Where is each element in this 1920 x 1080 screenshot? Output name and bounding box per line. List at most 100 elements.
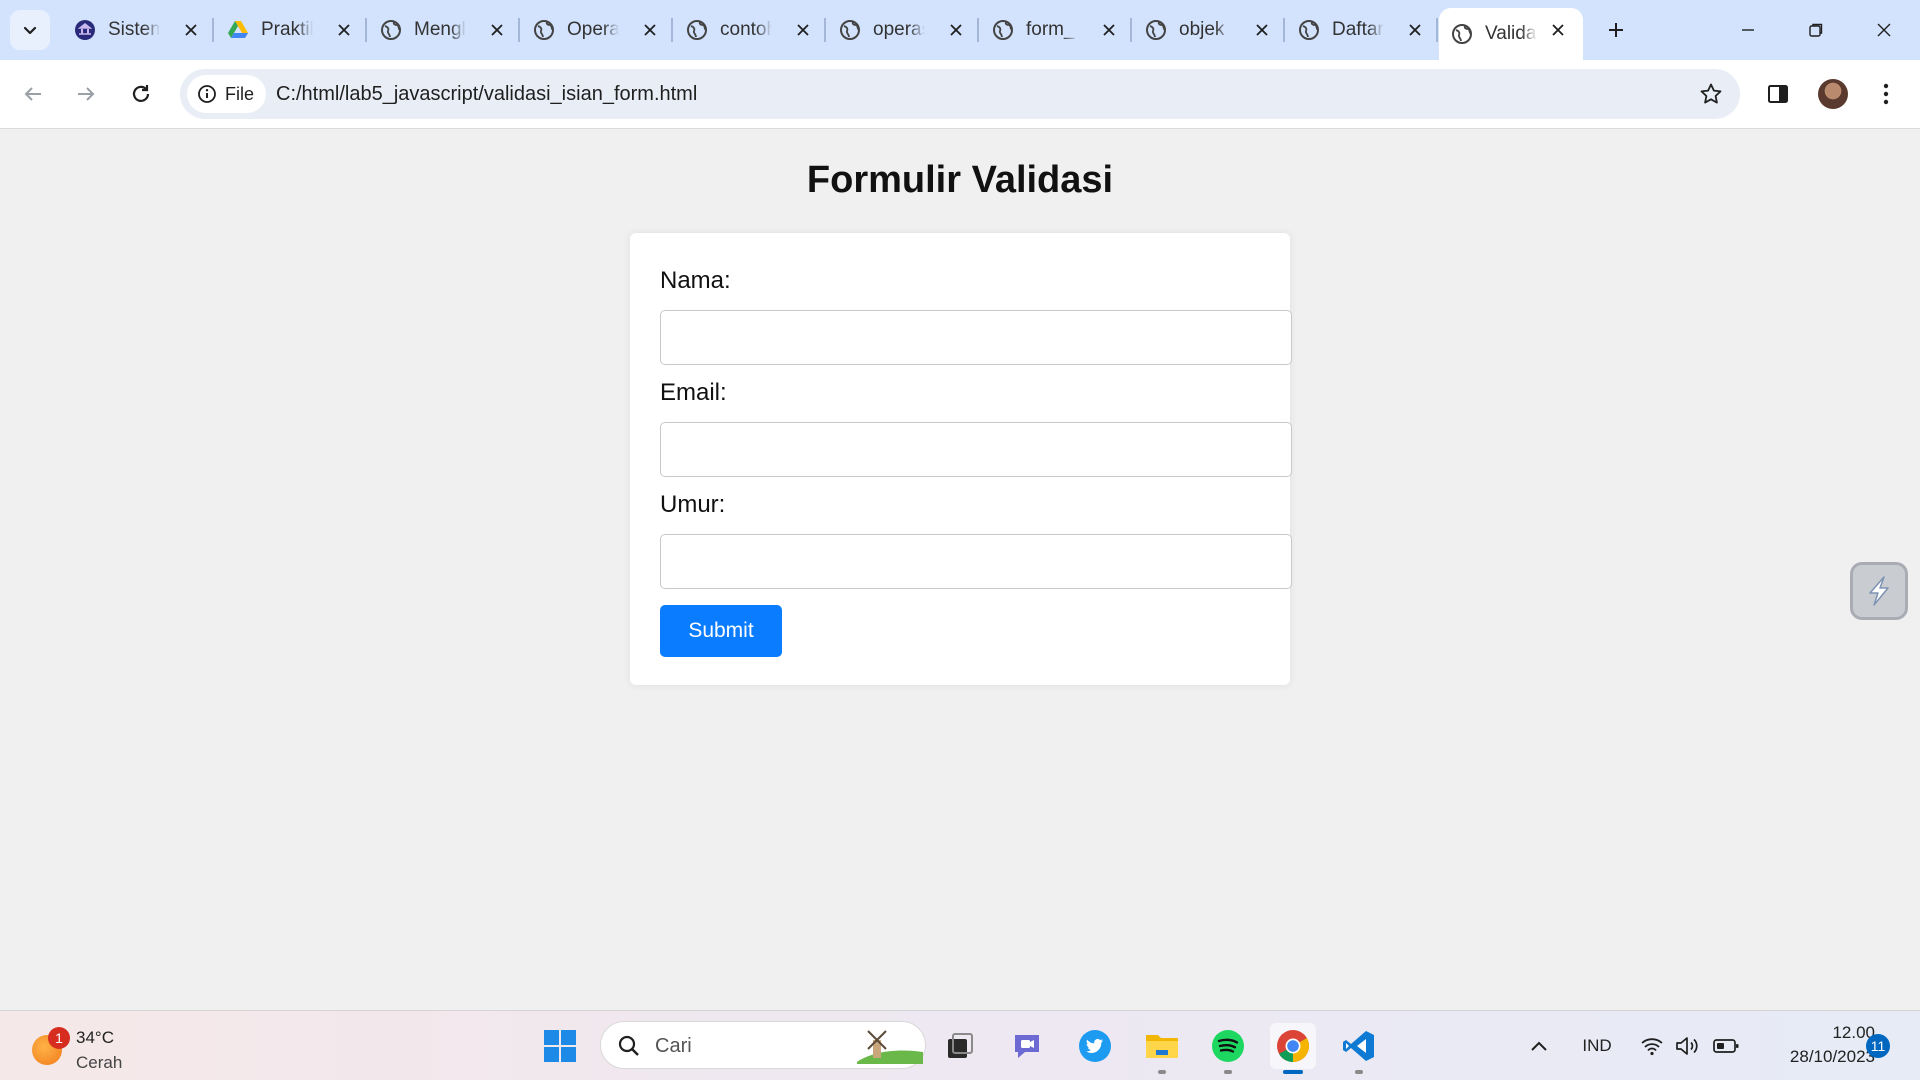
tab-separator	[671, 18, 673, 42]
wifi-status[interactable]	[1638, 1011, 1666, 1080]
bookmark-button[interactable]	[1696, 79, 1726, 109]
chevron-up-icon	[1531, 1041, 1547, 1051]
tab-separator	[1283, 18, 1285, 42]
file-explorer-button[interactable]	[1139, 1023, 1185, 1074]
plus-icon	[1609, 23, 1623, 37]
minimize-icon	[1742, 29, 1754, 31]
close-icon[interactable]	[333, 19, 355, 41]
close-icon[interactable]	[1547, 19, 1569, 41]
arrow-right-icon	[78, 87, 95, 101]
avatar	[1818, 79, 1848, 109]
age-label: Umur:	[660, 491, 726, 518]
notification-badge[interactable]: 11	[1866, 1034, 1890, 1058]
browser-tab[interactable]: Daftar	[1286, 8, 1438, 52]
close-icon[interactable]	[180, 19, 202, 41]
close-icon[interactable]	[1251, 19, 1273, 41]
tab-title: Validasi	[1485, 23, 1537, 44]
extension-floating-button[interactable]	[1850, 562, 1908, 620]
browser-tab[interactable]: Sistem	[62, 8, 214, 52]
globe-icon	[686, 19, 708, 41]
page-viewport: Formulir Validasi Nama: Email: Umur: Sub…	[0, 129, 1920, 1010]
tab-separator	[977, 18, 979, 42]
clock[interactable]: 12.00 28/10/2023	[1755, 1021, 1875, 1069]
search-placeholder: Cari	[655, 1035, 692, 1057]
weather-badge: 1	[48, 1027, 70, 1049]
input-language[interactable]: IND	[1577, 1011, 1617, 1080]
browser-tab[interactable]: Operator	[521, 8, 673, 52]
close-icon[interactable]	[1404, 19, 1426, 41]
tab-title: contoh	[720, 19, 772, 40]
tab-separator	[1436, 18, 1438, 42]
globe-icon	[839, 19, 861, 41]
side-panel-button[interactable]	[1758, 74, 1798, 114]
browser-tab[interactable]: Menghitung	[368, 8, 520, 52]
clock-time: 12.00	[1832, 1023, 1875, 1042]
reload-button[interactable]	[121, 74, 161, 114]
weather-widget[interactable]: 1 34°C Cerah	[28, 1019, 168, 1073]
submit-button[interactable]: Submit	[660, 605, 782, 657]
tab-title: Praktikum	[261, 19, 313, 40]
name-input[interactable]	[660, 310, 1292, 365]
profile-button[interactable]	[1813, 74, 1853, 114]
google-drive-icon	[227, 19, 249, 41]
browser-tab[interactable]: Praktikum	[215, 8, 367, 52]
back-button[interactable]	[13, 74, 53, 114]
forward-button[interactable]	[66, 74, 106, 114]
battery-icon	[1713, 1039, 1739, 1053]
restore-button[interactable]	[1782, 0, 1850, 60]
site-info-chip[interactable]: File	[187, 75, 267, 113]
start-button[interactable]	[537, 1023, 583, 1069]
spotify-button[interactable]	[1205, 1023, 1251, 1074]
tab-separator	[212, 18, 214, 42]
browser-tab[interactable]: objek	[1133, 8, 1285, 52]
close-icon[interactable]	[1098, 19, 1120, 41]
clock-date: 28/10/2023	[1789, 1047, 1875, 1066]
file-explorer-icon	[1146, 1035, 1178, 1058]
age-input[interactable]	[660, 534, 1292, 589]
tab-title: Daftar	[1332, 19, 1384, 40]
star-icon	[1700, 83, 1722, 104]
minimize-button[interactable]	[1714, 0, 1782, 60]
url-text[interactable]: C:/html/lab5_javascript/validasi_isian_f…	[276, 83, 697, 106]
close-icon[interactable]	[639, 19, 661, 41]
globe-icon	[1451, 23, 1473, 45]
twitter-app-button[interactable]	[1072, 1023, 1118, 1069]
battery-status[interactable]	[1711, 1011, 1741, 1080]
email-input[interactable]	[660, 422, 1292, 477]
tab-separator	[365, 18, 367, 42]
volume-status[interactable]	[1674, 1011, 1702, 1080]
new-tab-button[interactable]	[1598, 12, 1634, 48]
browser-tab[interactable]: operasi	[827, 8, 979, 52]
close-icon[interactable]	[792, 19, 814, 41]
address-bar[interactable]: File C:/html/lab5_javascript/validasi_is…	[180, 69, 1740, 119]
browser-tab[interactable]: form_	[980, 8, 1132, 52]
tab-title: Operator	[567, 19, 619, 40]
teams-chat-icon	[1015, 1035, 1039, 1058]
close-icon[interactable]	[486, 19, 508, 41]
lightning-icon	[1869, 576, 1889, 606]
page-title: Formulir Validasi	[806, 159, 1114, 201]
tab-search-button[interactable]	[10, 10, 50, 50]
show-hidden-icons-button[interactable]	[1526, 1011, 1552, 1080]
spotify-icon	[1212, 1030, 1244, 1062]
running-indicator	[1283, 1070, 1303, 1074]
chat-app-button[interactable]	[1004, 1023, 1050, 1069]
menu-button[interactable]	[1866, 74, 1906, 114]
close-window-button[interactable]	[1850, 0, 1918, 60]
tab-strip: Sistem Praktikum Menghitung Operator con…	[0, 0, 1920, 60]
close-icon[interactable]	[945, 19, 967, 41]
taskbar-search[interactable]: Cari	[600, 1021, 926, 1069]
vscode-button[interactable]	[1336, 1023, 1382, 1074]
tab-title: objek	[1179, 19, 1225, 40]
windmill-illustration-icon	[857, 1030, 923, 1064]
browser-tab[interactable]: contoh	[674, 8, 826, 52]
weather-temperature: 34°C	[76, 1028, 114, 1047]
chrome-button[interactable]	[1270, 1023, 1316, 1074]
task-view-button[interactable]	[937, 1023, 983, 1069]
university-icon	[74, 19, 96, 41]
globe-icon	[380, 19, 402, 41]
tab-title: form_	[1026, 19, 1075, 40]
globe-icon	[1145, 19, 1167, 41]
browser-tab-active[interactable]: Validasi	[1439, 8, 1583, 60]
twitter-icon	[1079, 1030, 1111, 1062]
